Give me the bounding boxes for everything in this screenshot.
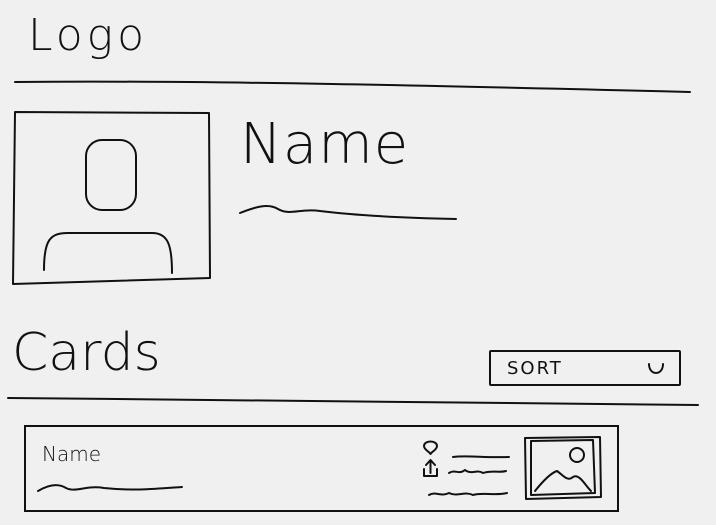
image-icon: [524, 436, 602, 500]
section-divider: [7, 397, 699, 406]
sort-dropdown[interactable]: SORT: [489, 350, 681, 386]
logo[interactable]: Logo: [28, 6, 148, 66]
card-item[interactable]: Name: [24, 425, 619, 512]
card-meta: [421, 439, 516, 504]
card-name: Name: [42, 442, 102, 466]
upload-icon: [423, 459, 438, 477]
profile-subtitle-scribble: [239, 205, 457, 220]
cards-section-title: Cards: [12, 323, 161, 383]
location-pin-icon: [423, 440, 438, 455]
profile-name: Name: [240, 112, 410, 177]
profile-avatar[interactable]: [12, 110, 212, 285]
card-thumbnail[interactable]: [523, 435, 603, 501]
chevron-down-icon: [645, 358, 667, 380]
header-divider: [14, 80, 691, 93]
user-avatar-icon: [12, 111, 211, 285]
sort-label: SORT: [507, 358, 563, 379]
